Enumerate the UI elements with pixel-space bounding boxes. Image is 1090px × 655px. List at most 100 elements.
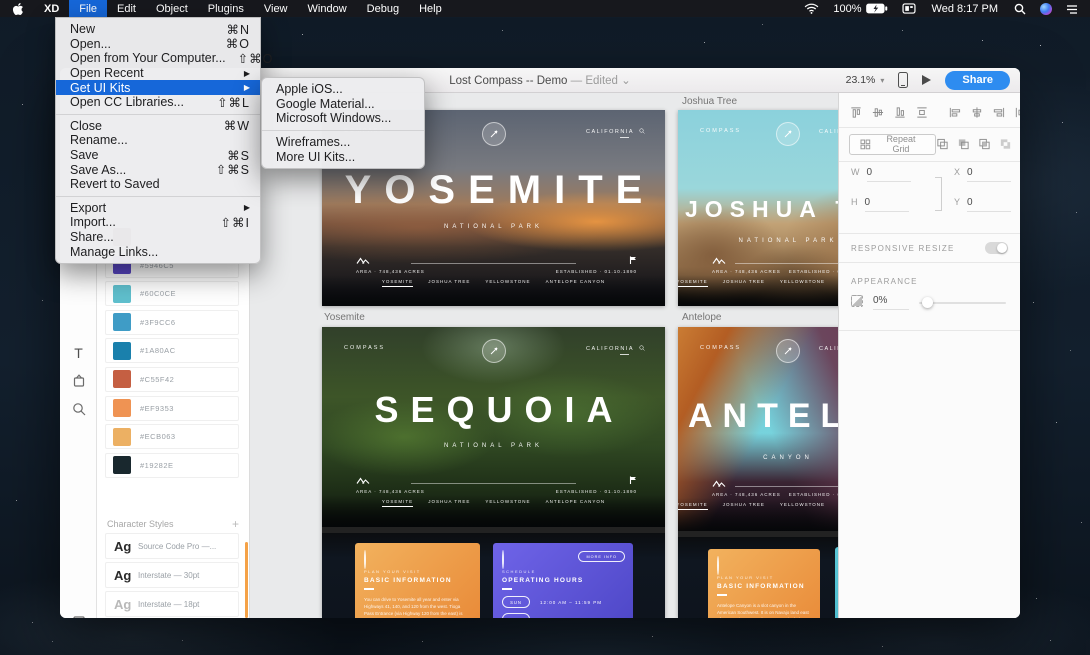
color-asset-ecb063[interactable]: #ECB063: [105, 424, 239, 450]
menu-bar-item-debug[interactable]: Debug: [357, 0, 409, 17]
field-input[interactable]: 0: [864, 197, 909, 212]
boolean-intersect-icon[interactable]: [978, 138, 991, 151]
field-input[interactable]: 0: [866, 167, 911, 182]
character-style-item-2[interactable]: Ag Interstate — 18pt: [105, 591, 239, 617]
artboard-sequoia[interactable]: COMPASS CALIFORNIA SEQUOIA NATIONAL PARK ARE…: [322, 327, 665, 618]
artboard-label-sequoia[interactable]: Yosemite: [324, 312, 365, 323]
notification-center-extra[interactable]: [1062, 0, 1082, 17]
color-asset-19282e[interactable]: #19282E: [105, 452, 239, 478]
field-input[interactable]: 0: [967, 197, 1012, 212]
menu-bar-item-help[interactable]: Help: [409, 0, 452, 17]
hero-nav: YOSEMITE JOSHUA TREE YELLOWSTONE ANTELOPE C…: [322, 279, 665, 287]
menu-bar-item-file[interactable]: File: [69, 0, 108, 17]
zoom-tool[interactable]: [60, 397, 97, 421]
file-menu-item-manage-links[interactable]: Manage Links...: [56, 244, 260, 259]
menu-bar-item-object[interactable]: Object: [146, 0, 198, 17]
opacity-slider[interactable]: [919, 297, 1006, 308]
more-info-button[interactable]: MORE INFO: [578, 551, 625, 562]
text-tool[interactable]: T: [60, 341, 97, 365]
file-menu-item-close[interactable]: Close ⌘W: [56, 119, 260, 134]
color-asset-60c0ce[interactable]: #60C0CE: [105, 281, 239, 307]
artboard-label-joshua[interactable]: Joshua Tree: [682, 96, 737, 107]
desktop-preview-icon[interactable]: [922, 75, 932, 85]
align-middle-vertical-icon[interactable]: [871, 106, 884, 119]
menu-bar-clock[interactable]: Wed 8:17 PM: [926, 3, 1004, 15]
character-style-item-0[interactable]: Ag Source Code Pro —...: [105, 533, 239, 559]
battery-menu-extra[interactable]: 100%: [829, 0, 891, 17]
menu-item-shortcut: ⌘O: [225, 37, 250, 52]
ui-kits-item-apple-ios[interactable]: Apple iOS...: [262, 82, 424, 97]
boolean-subtract-icon[interactable]: [957, 138, 970, 151]
color-asset-1a80ac[interactable]: #1A80AC: [105, 338, 239, 364]
color-hex-label: #ECB063: [140, 432, 176, 442]
color-asset-3f9cc6[interactable]: #3F9CC6: [105, 309, 239, 335]
zoom-control[interactable]: 23.1% ▾: [846, 74, 885, 86]
ui-kits-item-google-material[interactable]: Google Material...: [262, 97, 424, 112]
file-menu-item-rename[interactable]: Rename...: [56, 133, 260, 148]
repeat-grid-button[interactable]: Repeat Grid: [849, 133, 936, 155]
file-menu-item-revert-to-saved[interactable]: Revert to Saved: [56, 177, 260, 192]
align-left-icon[interactable]: [948, 106, 961, 119]
canvas-tool[interactable]: [60, 610, 97, 618]
file-menu-item-share[interactable]: Share...: [56, 230, 260, 245]
file-menu-item-open-from-your-computer[interactable]: Open from Your Computer... ⇧⌘O: [56, 51, 272, 66]
artboard-joshua[interactable]: COMPASS CALIFORNIA JOSHUA TREE NATIONAL PAR…: [678, 110, 838, 306]
add-style-button[interactable]: +: [232, 517, 239, 531]
color-asset-ef9353[interactable]: #EF9353: [105, 395, 239, 421]
wifi-menu-extra[interactable]: [800, 0, 823, 17]
menu-bar-app-name[interactable]: XD: [34, 3, 69, 15]
menu-bar-item-view[interactable]: View: [254, 0, 298, 17]
menu-item-label: Save As...: [70, 162, 127, 177]
menu-bar-item-plugins[interactable]: Plugins: [198, 0, 254, 17]
horizontal-align-group: [948, 106, 1020, 119]
apple-menu[interactable]: [0, 0, 34, 17]
file-menu-item-open-cc-libraries[interactable]: Open CC Libraries... ⇧⌘L: [56, 95, 260, 110]
distribute-vertical-icon[interactable]: [915, 106, 928, 119]
design-canvas[interactable]: COMPASS CALIFORNIA YOSEMITE NATIONAL PARK AR…: [250, 93, 838, 618]
link-dimensions-icon[interactable]: [935, 177, 942, 211]
display-menu-extra[interactable]: [898, 0, 920, 17]
boolean-add-icon[interactable]: [936, 138, 949, 151]
color-asset-c55f42[interactable]: #C55F42: [105, 366, 239, 392]
file-menu-item-open-recent[interactable]: Open Recent ▶: [56, 66, 260, 81]
artboard-tool[interactable]: [60, 369, 97, 393]
scroll-indicator[interactable]: [245, 542, 248, 618]
established-text: ESTABLISHED · 01.10.1890: [788, 491, 838, 497]
ui-kits-item-more-ui-kits[interactable]: More UI Kits...: [262, 149, 424, 164]
align-bottom-icon[interactable]: [893, 106, 906, 119]
file-menu-item-get-ui-kits[interactable]: Get UI Kits ▶: [56, 80, 260, 95]
hero-nav-item: YELLOWSTONE: [485, 499, 531, 504]
character-style-item-1[interactable]: Ag Interstate — 30pt: [105, 562, 239, 588]
slider-knob[interactable]: [922, 297, 934, 308]
ui-kits-item-wireframes[interactable]: Wireframes...: [262, 135, 424, 150]
menu-item-shortcut: ⌘W: [223, 119, 250, 134]
style-sample-glyph: Ag: [114, 538, 132, 554]
file-menu-item-new[interactable]: New ⌘N: [56, 22, 260, 37]
title-chevron-icon[interactable]: ⌄: [621, 75, 631, 87]
align-right-icon[interactable]: [992, 106, 1005, 119]
file-menu-item-save-as[interactable]: Save As... ⇧⌘S: [56, 162, 260, 178]
ui-kits-item-microsoft-windows[interactable]: Microsoft Windows...: [262, 111, 424, 126]
opacity-input[interactable]: 0%: [873, 295, 909, 310]
device-preview-icon[interactable]: [898, 72, 909, 88]
align-center-horizontal-icon[interactable]: [970, 106, 983, 119]
distribute-horizontal-icon[interactable]: [1014, 106, 1020, 119]
share-button[interactable]: Share: [945, 70, 1010, 90]
macos-menu-bar: XD File Edit Object Plugins View Window Debug H…: [0, 0, 1090, 17]
hours-row: SUN 12:00 AM – 11:59 PM: [502, 596, 624, 608]
file-menu-item-save[interactable]: Save ⌘S: [56, 148, 260, 163]
file-menu-item-export[interactable]: Export ▶: [56, 201, 260, 216]
spotlight-menu-extra[interactable]: [1010, 0, 1030, 17]
siri-menu-extra[interactable]: [1036, 0, 1056, 17]
field-input[interactable]: 0: [967, 167, 1012, 182]
artboard-antelope[interactable]: COMPASS CALIFORNIA ANTELOPE CANYON AREA · 74…: [678, 327, 838, 618]
align-top-icon[interactable]: [849, 106, 862, 119]
file-menu-item-import[interactable]: Import... ⇧⌘I: [56, 215, 260, 230]
responsive-resize-toggle[interactable]: [985, 242, 1008, 254]
menu-bar-item-edit[interactable]: Edit: [107, 0, 146, 17]
file-menu-item-open[interactable]: Open... ⌘O: [56, 37, 260, 52]
menu-bar-item-window[interactable]: Window: [298, 0, 357, 17]
area-text: AREA · 748,436 ACRES: [356, 269, 425, 275]
artboard-label-antelope[interactable]: Antelope: [682, 312, 721, 323]
boolean-exclude-icon[interactable]: [999, 138, 1012, 151]
